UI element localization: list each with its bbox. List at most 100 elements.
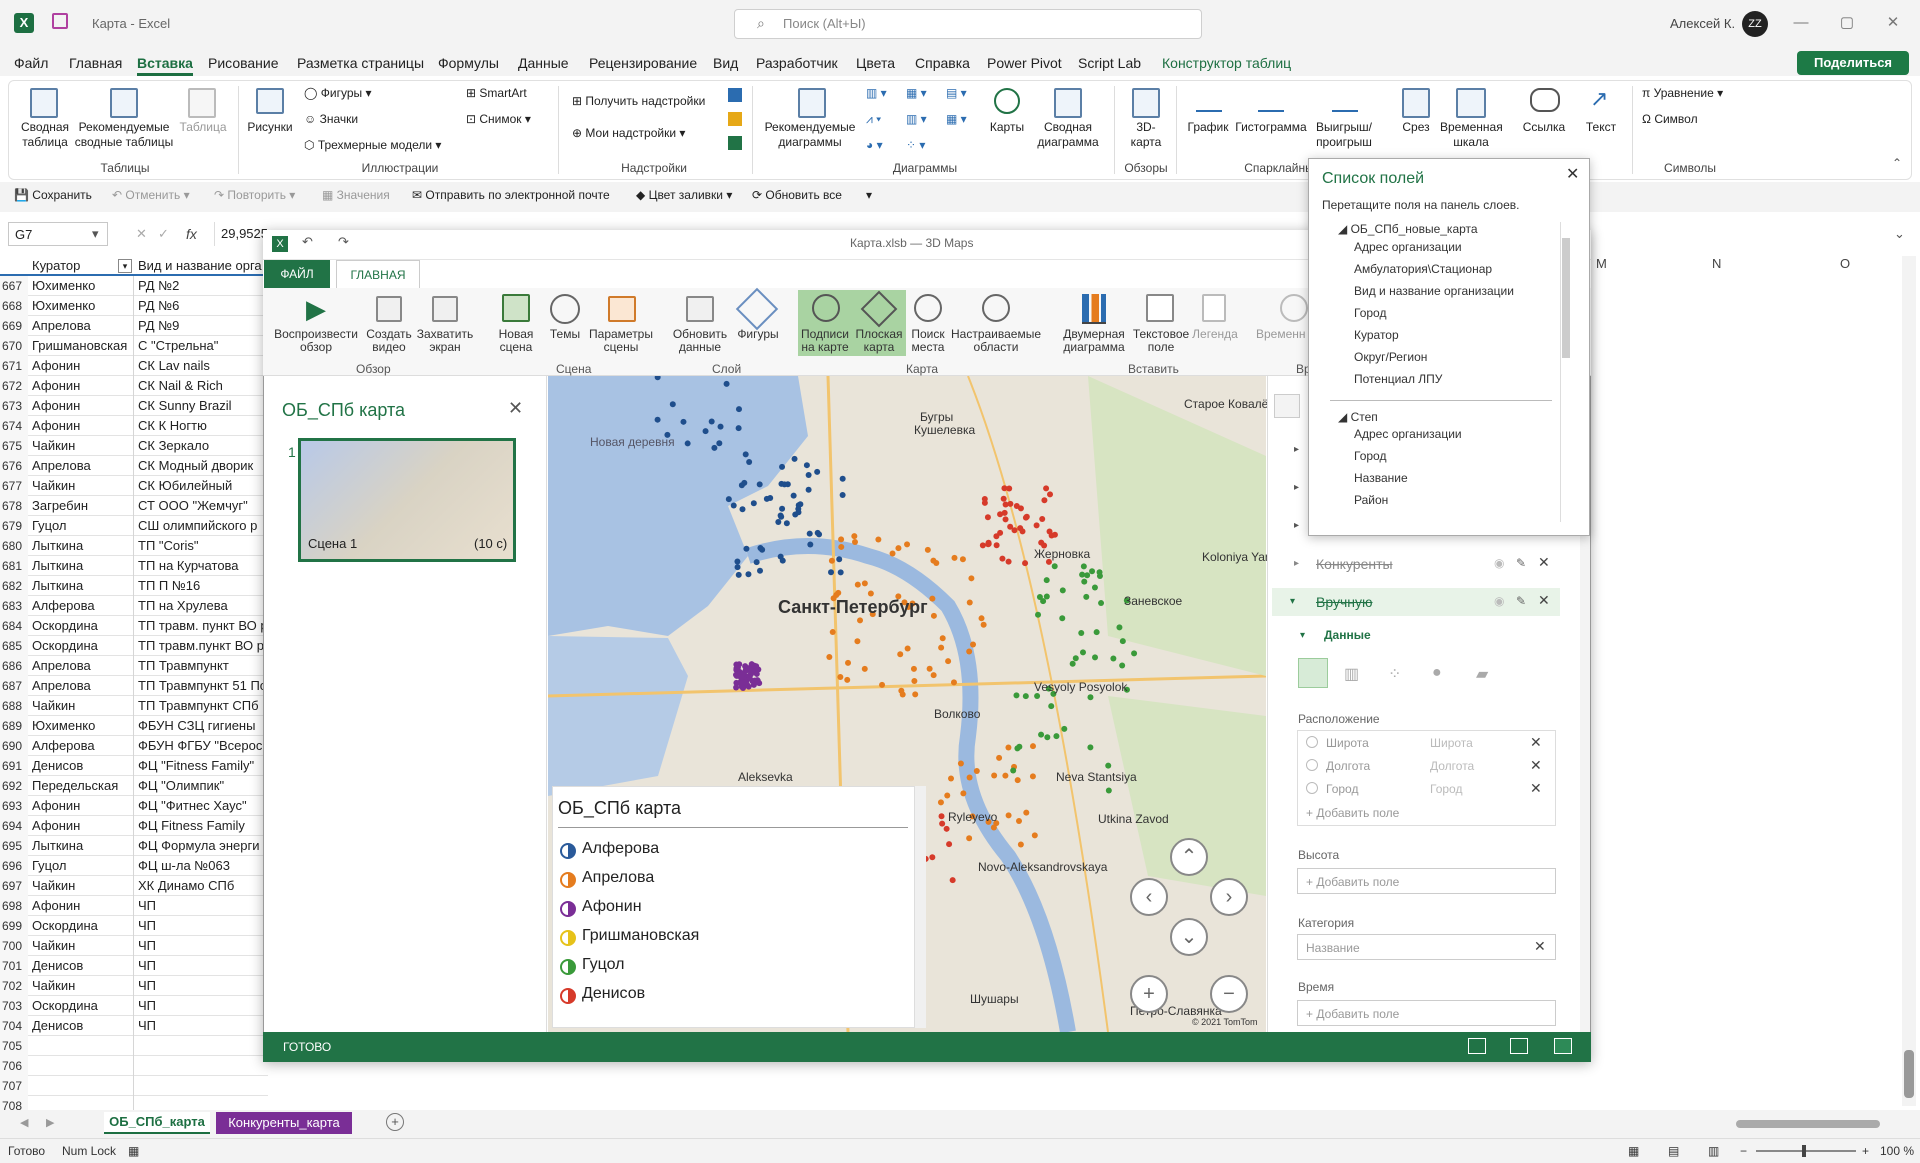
table-row[interactable]: 707 [0,1076,268,1096]
data-point[interactable] [746,459,753,466]
cell-org[interactable]: СК Lav nails [136,356,268,376]
horizontal-scroll-thumb[interactable] [1736,1120,1880,1128]
data-point[interactable] [851,538,858,545]
data-point[interactable] [944,792,951,799]
cell-curator[interactable]: Передельская [30,776,134,796]
cell-curator[interactable]: Чайкин [30,696,134,716]
data-point[interactable] [1038,731,1045,738]
data-point[interactable] [702,428,709,435]
tab-draw[interactable]: Рисование [208,55,279,71]
3d-map-button[interactable]: 3D-карта [1122,120,1170,150]
data-point[interactable] [960,790,967,797]
data-point[interactable] [1059,587,1066,594]
cell-curator[interactable]: Лыткина [30,836,134,856]
data-point[interactable] [791,455,798,462]
custom-regions-button[interactable]: Настраиваемые области [950,328,1042,354]
field-table-1[interactable]: ◢ ОБ_СПб_новые_карта [1338,222,1478,236]
cell-curator[interactable]: Чайкин [30,436,134,456]
row-number[interactable]: 698 [0,896,28,916]
cell-org[interactable]: СК Юбилейный [136,476,268,496]
data-point[interactable] [1061,725,1068,732]
data-point[interactable] [933,559,940,566]
time-field[interactable]: + Добавить поле [1297,1000,1556,1026]
add-sheet-icon[interactable]: + [386,1113,404,1131]
field-item[interactable]: Адрес организации [1354,427,1462,441]
data-point[interactable] [753,670,760,677]
shapes-button[interactable]: ◯ Фигуры ▾ [304,86,372,100]
data-point[interactable] [733,661,740,668]
cell-org[interactable]: ТП Травмпункт СПб [136,696,268,716]
data-point[interactable] [1000,495,1007,502]
stacked-column-icon[interactable] [1298,658,1328,688]
data-point[interactable] [1043,485,1050,492]
cell-org[interactable]: ЧП [136,976,268,996]
field-item[interactable]: Адрес организации [1354,240,1462,254]
cancel-icon[interactable]: ✕ [136,226,147,242]
maps-redo-icon[interactable]: ↷ [338,234,349,250]
table-row[interactable]: 688 Чайкин ТП Травмпункт СПб [0,696,268,716]
table-row[interactable]: 679 Гуцол СШ олимпийского р [0,516,268,536]
data-point[interactable] [999,555,1006,562]
data-point[interactable] [1005,744,1012,751]
cell-org[interactable]: ТП травм. пункт ВО р [136,616,268,636]
data-point[interactable] [1013,692,1020,699]
data-point[interactable] [742,451,749,458]
data-point[interactable] [1011,527,1018,534]
cell-curator[interactable]: Чайкин [30,476,134,496]
tab-file[interactable]: Файл [14,55,48,71]
data-point[interactable] [950,679,957,686]
new-scene-button[interactable]: Новая сцена [490,328,542,354]
data-point[interactable] [829,629,836,636]
data-point[interactable] [978,615,985,622]
row-number[interactable]: 703 [0,996,28,1016]
cell-curator[interactable]: Афонин [30,356,134,376]
cell-org[interactable]: СК Модный дворик [136,456,268,476]
location-field-type[interactable]: Долгота [1430,759,1474,773]
cell-curator[interactable]: Лыткина [30,536,134,556]
name-box-dropdown-icon[interactable]: ▾ [92,226,99,242]
data-point[interactable] [1043,577,1050,584]
data-point[interactable] [946,841,953,848]
data-point[interactable] [981,499,988,506]
data-point[interactable] [1006,485,1013,492]
scatter-chart-icon[interactable]: ⁘ ▾ [906,138,925,152]
cell-curator[interactable]: Лыткина [30,576,134,596]
tab-help[interactable]: Справка [915,55,970,71]
column-header-org[interactable]: Вид и название орга [136,256,268,276]
tour-editor-toggle-icon[interactable] [1468,1038,1486,1054]
refresh-data-button[interactable]: Обновить данные [670,328,730,354]
3d-models-button[interactable]: ⬡ Трехмерные модели ▾ [304,138,441,152]
row-number[interactable]: 684 [0,616,28,636]
cell-org[interactable]: СК Sunny Brazil [136,396,268,416]
text-button[interactable]: Текст [1576,120,1626,135]
tab-view[interactable]: Вид [713,55,738,71]
data-point[interactable] [1023,513,1030,520]
data-point[interactable] [966,648,973,655]
text-box-button[interactable]: Текстовое поле [1130,328,1192,354]
row-number[interactable]: 681 [0,556,28,576]
legend-item[interactable]: Афонин [582,898,642,916]
data-point[interactable] [854,638,861,645]
column-ref-m[interactable]: M [1596,256,1607,271]
cell-org[interactable]: ФЦ "Fitness Family" [136,756,268,776]
map-labels-button[interactable]: Подписи на карте [798,328,852,354]
data-point[interactable] [985,539,992,546]
legend-item[interactable]: Гришмановская [582,927,699,945]
data-point[interactable] [1087,744,1094,751]
rotate-right-icon[interactable]: › [1210,878,1248,916]
themes-button[interactable]: Темы [544,328,586,341]
data-point[interactable] [779,557,786,564]
data-point[interactable] [1078,630,1085,637]
data-point[interactable] [1069,660,1076,667]
link-button[interactable]: Ссылка [1516,120,1572,135]
collapse-ribbon-icon[interactable]: ⌃ [1892,156,1902,170]
remove-category-icon[interactable]: ✕ [1534,938,1546,955]
column-ref-o[interactable]: O [1840,256,1850,271]
sheet-tab-ob-spb[interactable]: ОБ_СПб_карта [104,1112,210,1134]
legend-item[interactable]: Денисов [582,985,645,1003]
data-point[interactable] [745,571,752,578]
capture-screen-button[interactable]: Захватить экран [416,328,474,354]
data-point[interactable] [814,468,821,475]
region-icon[interactable]: ▰ [1476,664,1488,684]
my-addins-button[interactable]: ⊕ Мои надстройки ▾ [572,126,685,140]
